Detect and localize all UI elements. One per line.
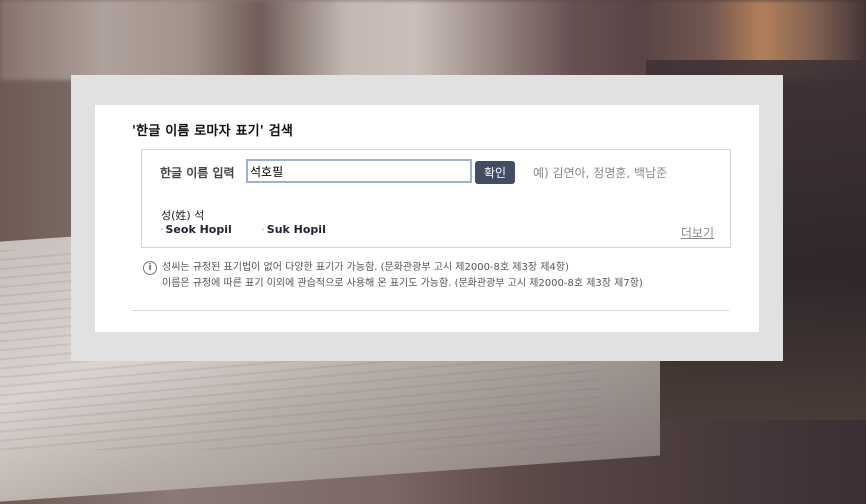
bullet-icon: · bbox=[261, 223, 265, 236]
search-row: 한글 이름 입력 확인 예) 김연아, 정명훈, 백남준 bbox=[141, 149, 731, 195]
romanization-item[interactable]: · Suk Hopil bbox=[261, 223, 326, 236]
note-line-surname: 성씨는 규정된 표기법이 없어 다양한 표기가 가능함. (문화관광부 고시 제… bbox=[162, 262, 569, 273]
name-input-label: 한글 이름 입력 bbox=[160, 166, 235, 180]
surname-label: 성(姓) 석 bbox=[161, 209, 205, 222]
notes: i 성씨는 규정된 표기법이 없어 다양한 표기가 가능함. (문화관광부 고시… bbox=[143, 260, 643, 292]
divider bbox=[132, 310, 729, 311]
romanization-text: Seok Hopil bbox=[165, 223, 232, 236]
example-text: 예) 김연아, 정명훈, 백남준 bbox=[533, 166, 668, 180]
search-panel-content: '한글 이름 로마자 표기' 검색 한글 이름 입력 확인 예) 김연아, 정명… bbox=[95, 105, 759, 332]
result-row: 성(姓) 석 · Seok Hopil · Suk Hopil 더보기 bbox=[141, 193, 731, 248]
name-input[interactable] bbox=[246, 159, 472, 183]
bullet-icon: · bbox=[160, 223, 164, 236]
more-link[interactable]: 더보기 bbox=[681, 224, 714, 241]
romanization-list: · Seok Hopil · Suk Hopil bbox=[160, 223, 352, 236]
romanization-item[interactable]: · Seok Hopil bbox=[160, 223, 232, 236]
info-icon: i bbox=[143, 261, 157, 275]
search-panel: '한글 이름 로마자 표기' 검색 한글 이름 입력 확인 예) 김연아, 정명… bbox=[71, 75, 783, 361]
note-line-given-name: 이름은 규정에 따른 표기 이외에 관습적으로 사용해 온 표기도 가능함. (… bbox=[162, 278, 643, 289]
romanization-text: Suk Hopil bbox=[266, 223, 326, 236]
confirm-button[interactable]: 확인 bbox=[475, 161, 515, 184]
panel-title: '한글 이름 로마자 표기' 검색 bbox=[132, 124, 294, 139]
